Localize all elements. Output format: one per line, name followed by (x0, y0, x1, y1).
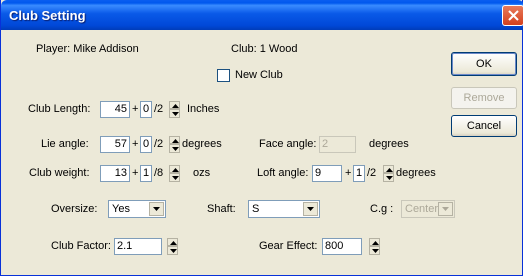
window-title: Club Setting (9, 8, 86, 23)
club-weight-whole-input[interactable]: 13 (100, 165, 130, 182)
chevron-down-icon[interactable] (438, 202, 453, 216)
oversize-value: Yes (112, 203, 130, 215)
chevron-down-icon[interactable] (149, 202, 164, 216)
lie-angle-spinner[interactable] (169, 136, 180, 153)
club-setting-dialog: Club Setting Player: Mike Addison Club: … (0, 0, 523, 276)
club-length-unit: Inches (187, 103, 220, 115)
cg-select[interactable]: Center (401, 200, 455, 218)
face-angle-label: Face angle: (259, 138, 317, 150)
lie-angle-plus: + (132, 138, 139, 150)
player-label: Player: Mike Addison (36, 43, 139, 55)
club-length-plus: + (132, 103, 139, 115)
lie-angle-whole-input[interactable]: 57 (100, 136, 130, 153)
spin-up-icon[interactable] (369, 238, 380, 246)
club-factor-spinner[interactable] (167, 238, 178, 255)
face-angle-input[interactable]: 2 (319, 136, 356, 153)
spin-up-icon[interactable] (383, 165, 394, 173)
lie-angle-frac-input[interactable]: 0 (140, 136, 152, 153)
spin-down-icon[interactable] (169, 144, 180, 153)
club-factor-input[interactable]: 2.1 (114, 238, 162, 255)
shaft-label: Shaft: (207, 203, 236, 215)
gear-effect-input[interactable]: 800 (322, 238, 362, 255)
loft-angle-whole-input[interactable]: 9 (312, 165, 342, 182)
spin-down-icon[interactable] (169, 109, 180, 118)
club-weight-plus: + (132, 167, 139, 179)
club-length-den: /2 (154, 103, 164, 115)
spin-down-icon[interactable] (383, 173, 394, 182)
new-club-label: New Club (235, 69, 283, 81)
spin-down-icon[interactable] (167, 246, 178, 255)
club-weight-frac-input[interactable]: 1 (140, 165, 152, 182)
face-angle-unit: degrees (369, 138, 409, 150)
cg-label: C.g : (370, 203, 394, 215)
club-factor-label: Club Factor: (51, 240, 111, 252)
lie-angle-unit: degrees (182, 138, 222, 150)
lie-angle-label: Lie angle: (41, 138, 89, 150)
club-length-label: Club Length: (28, 103, 91, 115)
chevron-down-icon[interactable] (303, 202, 318, 216)
club-weight-spinner[interactable] (169, 165, 180, 182)
loft-angle-unit: degrees (396, 167, 436, 179)
ok-button[interactable]: OK (451, 52, 517, 76)
lie-angle-den: /2 (154, 138, 164, 150)
loft-angle-den: /2 (367, 167, 377, 179)
shaft-select[interactable]: S (248, 200, 320, 218)
spin-up-icon[interactable] (169, 136, 180, 144)
spin-up-icon[interactable] (169, 165, 180, 173)
loft-angle-label: Loft angle: (257, 167, 309, 179)
club-weight-unit: ozs (193, 167, 211, 179)
spin-down-icon[interactable] (369, 246, 380, 255)
close-icon (508, 10, 519, 21)
close-button[interactable] (502, 5, 523, 26)
loft-angle-frac-input[interactable]: 1 (353, 165, 365, 182)
new-club-checkbox[interactable] (217, 69, 230, 82)
spin-up-icon[interactable] (167, 238, 178, 246)
cancel-button[interactable]: Cancel (451, 115, 517, 137)
title-bar[interactable]: Club Setting (1, 0, 523, 30)
club-length-whole-input[interactable]: 45 (100, 101, 130, 118)
gear-effect-label: Gear Effect: (259, 240, 318, 252)
remove-button[interactable]: Remove (451, 87, 517, 109)
oversize-label: Oversize: (51, 203, 98, 215)
oversize-select[interactable]: Yes (108, 200, 166, 218)
loft-angle-plus: + (345, 167, 352, 179)
spin-up-icon[interactable] (169, 101, 180, 109)
shaft-value: S (252, 203, 260, 215)
club-length-spinner[interactable] (169, 101, 180, 118)
club-weight-den: /8 (154, 167, 164, 179)
club-weight-label: Club weight: (29, 167, 90, 179)
club-length-frac-input[interactable]: 0 (140, 101, 152, 118)
club-label: Club: 1 Wood (231, 43, 298, 55)
gear-effect-spinner[interactable] (369, 238, 380, 255)
loft-angle-spinner[interactable] (383, 165, 394, 182)
cg-value: Center (405, 203, 439, 215)
spin-down-icon[interactable] (169, 173, 180, 182)
